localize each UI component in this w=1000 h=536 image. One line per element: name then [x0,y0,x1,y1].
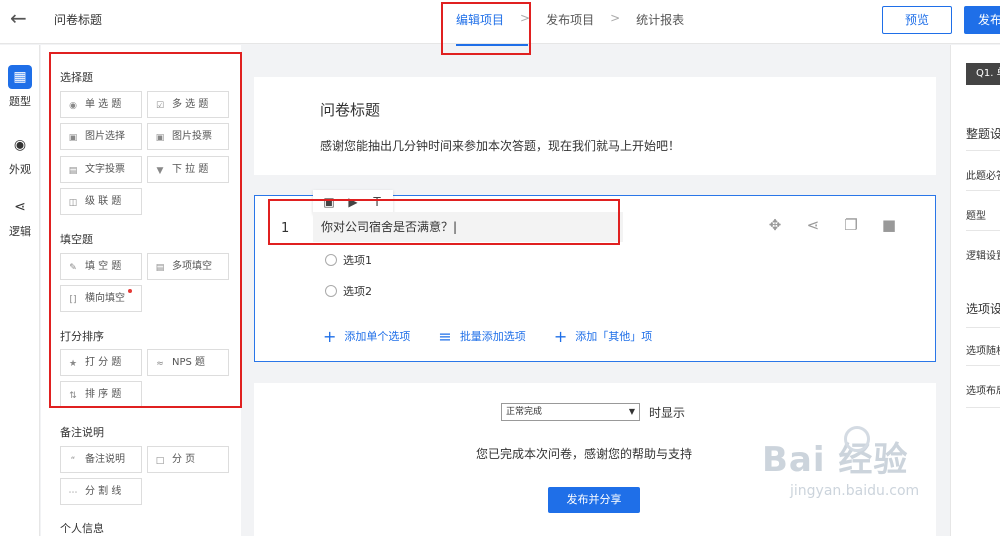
comp-divider[interactable]: ⋯ 分 割 线 [60,478,142,505]
end-message[interactable]: 您已完成本次问卷，感谢您的帮助与支持 [476,445,692,462]
show-label: 时显示 [649,406,686,420]
paw-icon [844,426,870,452]
page-icon: □ [155,456,165,466]
setting-type[interactable]: 题型 [966,207,986,222]
baidu-watermark: Bai 经验 jingyan.baidu.com [762,426,942,499]
highlight-box [49,52,242,408]
add-single-option-button[interactable]: + 添加单个选项 [323,327,410,346]
tab-statistics[interactable]: 统计报表 [636,11,684,28]
batch-add-options-button[interactable]: ≡ 批量添加选项 [438,327,525,346]
option-label[interactable]: 选项2 [343,285,372,298]
section-title: 个人信息 [60,522,104,535]
nav-appearance[interactable]: ◉ 外观 [0,133,40,177]
survey-header-card: 问卷标题 感谢您能抽出几分钟时间来参加本次答题，现在我们就马上开始吧！ [254,77,936,175]
select-value: 正常完成 [506,407,543,417]
move-icon[interactable]: ✥ [765,216,785,234]
option-item[interactable]: 选项1 [325,252,372,268]
divider [966,327,1000,328]
nav-question-types[interactable]: ▦ 题型 [0,65,40,109]
logic-icon[interactable]: ⋖ [803,216,823,234]
comp-label: 分 割 线 [85,486,122,497]
divider [966,150,1000,151]
option-label[interactable]: 选项1 [343,254,372,267]
survey-description[interactable]: 感谢您能抽出几分钟时间来参加本次答题，现在我们就马上开始吧！ [320,137,680,154]
setting-option-layout[interactable]: 选项布局 [966,382,1000,397]
add-label: 添加「其他」项 [575,330,653,343]
divider [966,190,1000,191]
divider [966,365,1000,366]
radio-icon [325,254,337,266]
section-heading: 选项设 [966,302,1000,316]
add-label: 批量添加选项 [459,330,526,343]
comp-label: 分 页 [172,454,196,465]
option-item[interactable]: 选项2 [325,283,372,299]
icon-nav: ▦ 题型 ◉ 外观 ⋖ 逻辑 [0,45,40,536]
preview-button[interactable]: 预览 [882,6,952,34]
arrow-left-icon[interactable]: ← [10,8,32,30]
comp-remark[interactable]: “ 备注说明 [60,446,142,473]
setting-option-random[interactable]: 选项随机 [966,342,1000,357]
section-title: 备注说明 [60,426,104,439]
publish-share-button[interactable]: 发布并分享 [548,487,640,513]
watermark-sub: jingyan.baidu.com [790,483,920,499]
branch-icon: ⋖ [14,199,26,215]
radio-icon [325,285,337,297]
caret-down-icon: ▼ [628,407,635,416]
settings-panel: Q1. 单 整题设 此题必答 题型 逻辑设置 选项设 选项随机 选项布局 [950,45,1000,536]
highlight-box [268,199,620,245]
comp-label: 备注说明 [85,454,125,465]
question-tag: Q1. 单 [966,63,1000,85]
tab-publish-project[interactable]: 发布项目 [546,11,594,28]
nav-label: 题型 [9,95,31,108]
delete-icon[interactable]: ■ [879,216,899,234]
copy-icon[interactable]: ❐ [841,216,861,234]
batch-add-icon: ≡ [438,327,452,346]
chevron-right-icon: > [610,11,621,25]
divider [966,407,1000,408]
highlight-box [441,2,531,55]
survey-title-header[interactable]: 问卷标题 [54,11,102,28]
survey-title[interactable]: 问卷标题 [320,99,380,120]
end-status-select[interactable]: 正常完成 ▼ [501,403,640,421]
divider [966,230,1000,231]
plus-icon: + [323,327,337,346]
add-other-icon: + [553,327,568,346]
section-heading: 整题设 [966,127,1000,141]
add-other-option-button[interactable]: + 添加「其他」项 [554,327,652,346]
nav-label: 外观 [9,163,31,176]
comp-page-break[interactable]: □ 分 页 [147,446,229,473]
add-option-bar: + 添加单个选项 ≡ 批量添加选项 + 添加「其他」项 [323,327,652,346]
divider-icon: ⋯ [68,488,78,498]
setting-required[interactable]: 此题必答 [966,167,1000,182]
grid-icon: ▦ [8,65,32,89]
palette-icon: ◉ [13,137,27,153]
nav-label: 逻辑 [9,225,31,238]
setting-logic[interactable]: 逻辑设置 [966,247,1000,262]
nav-logic[interactable]: ⋖ 逻辑 [0,195,40,239]
quote-icon: “ [70,456,76,466]
question-actions: ✥ ⋖ ❐ ■ [765,216,899,234]
add-label: 添加单个选项 [344,330,411,343]
publish-button[interactable]: 发布 [964,6,1000,34]
